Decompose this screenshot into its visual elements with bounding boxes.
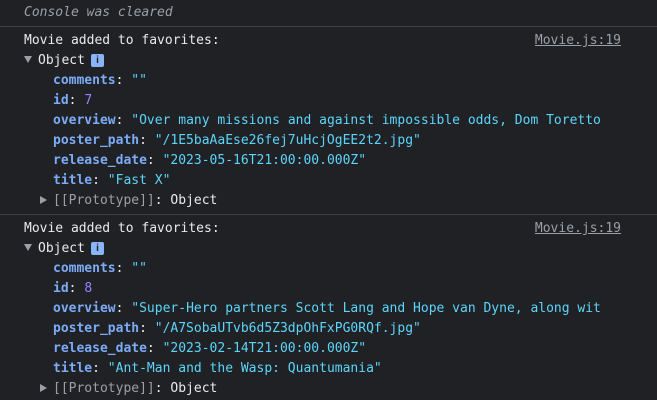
console-cleared-message: Console was cleared [0,0,657,27]
property-key: title [53,361,93,376]
property-row: title: "Fast X" [53,173,171,188]
property-row: comments: "" [53,73,147,88]
info-icon[interactable]: i [90,54,104,67]
property-key: title [53,173,93,188]
property-row: overview: "Over many missions and agains… [53,113,601,128]
property-key: release_date [53,153,147,168]
property-row: id: 8 [53,281,93,296]
property-row: release_date: "2023-05-16T21:00:00.000Z" [53,153,367,168]
prototype-key: [[Prototype]] [53,381,155,396]
property-value: "Over many missions and against impossib… [131,113,601,128]
property-value: "" [131,261,147,276]
property-value: "" [131,73,147,88]
log-message-row: Movie added to favorites: Movie.js:19 [0,219,657,239]
property-value: 7 [84,93,93,108]
property-value: "Fast X" [107,173,171,188]
property-row: title: "Ant-Man and the Wasp: Quantumani… [53,361,382,376]
property-key: overview [53,113,116,128]
property-key: comments [53,261,116,276]
property-value: "Super-Hero partners Scott Lang and Hope… [131,301,601,316]
log-message: Movie added to favorites: [24,33,220,48]
property-value: "Ant-Man and the Wasp: Quantumania" [107,361,382,376]
property-value: "/1E5baAaEse26fej7uHcjOgEE2t2.jpg" [154,133,421,148]
property-key: comments [53,73,116,88]
prototype-key: [[Prototype]] [53,193,155,208]
collapse-triangle-icon[interactable] [40,196,47,204]
property-key: poster_path [53,133,140,148]
console-panel: Console was cleared Movie added to favor… [0,0,657,400]
log-entry: Movie added to favorites: Movie.js:19 Ob… [0,215,657,400]
object-label: Object [38,241,85,256]
property-key: overview [53,301,116,316]
property-row: release_date: "2023-02-14T21:00:00.000Z" [53,341,367,356]
collapse-triangle-icon[interactable] [40,384,47,392]
property-value: "2023-05-16T21:00:00.000Z" [162,153,367,168]
expand-triangle-icon[interactable] [24,56,32,63]
log-message: Movie added to favorites: [24,221,220,236]
expand-triangle-icon[interactable] [24,244,32,251]
property-value: "/A7SobaUTvb6d5Z3dpOhFxPG0RQf.jpg" [154,321,421,336]
prototype-row[interactable]: [[Prototype]]: Object [0,379,657,399]
object-header[interactable]: Object i [0,51,657,71]
property-row: comments: "" [53,261,147,276]
property-key: id [53,93,69,108]
prototype-value: Object [170,193,218,208]
log-message-row: Movie added to favorites: Movie.js:19 [0,31,657,51]
property-value: "2023-02-14T21:00:00.000Z" [162,341,367,356]
source-link[interactable]: Movie.js:19 [535,31,621,51]
source-link[interactable]: Movie.js:19 [535,219,621,239]
property-row: poster_path: "/1E5baAaEse26fej7uHcjOgEE2… [53,133,421,148]
property-key: release_date [53,341,147,356]
log-entry: Movie added to favorites: Movie.js:19 Ob… [0,27,657,215]
property-value: 8 [84,281,93,296]
property-row: id: 7 [53,93,93,108]
property-key: id [53,281,69,296]
info-icon[interactable]: i [90,242,104,255]
prototype-value: Object [170,381,218,396]
object-header[interactable]: Object i [0,239,657,259]
property-row: poster_path: "/A7SobaUTvb6d5Z3dpOhFxPG0R… [53,321,421,336]
property-row: overview: "Super-Hero partners Scott Lan… [53,301,601,316]
property-key: poster_path [53,321,140,336]
prototype-row[interactable]: [[Prototype]]: Object [0,191,657,211]
object-label: Object [38,53,85,68]
